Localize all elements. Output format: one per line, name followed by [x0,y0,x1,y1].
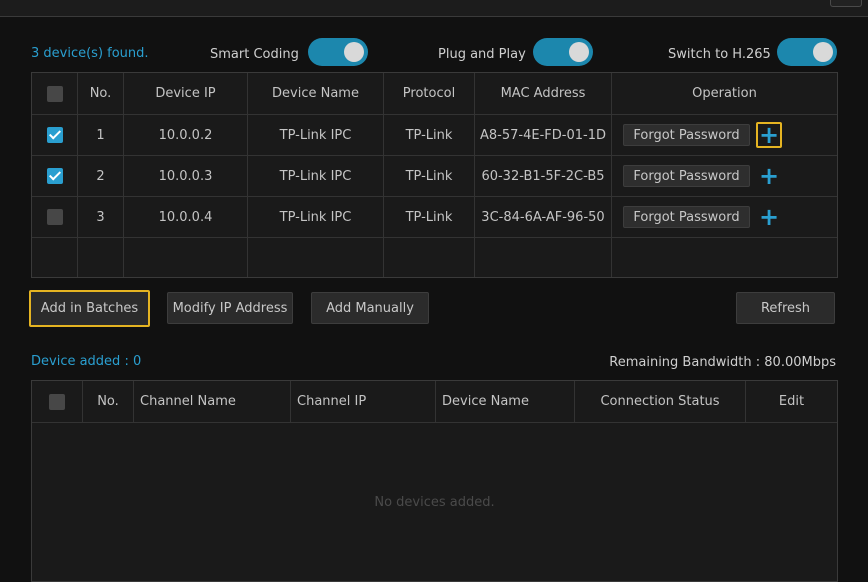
col-edit: Edit [778,394,805,409]
toggle-knob [813,42,833,62]
found-devices-table: No. Device IP Device Name Protocol MAC A… [31,72,838,278]
table-header-row: No. Device IP Device Name Protocol MAC A… [32,73,837,114]
empty-table-row [32,238,837,277]
table-row: 2 10.0.0.3 TP-Link IPC TP-Link 60-32-B1-… [32,156,837,196]
row-protocol: TP-Link [384,197,475,237]
table-row: 3 10.0.0.4 TP-Link IPC TP-Link 3C-84-6A-… [32,197,837,237]
smart-coding-toggle[interactable] [308,38,368,66]
col-device-ip: Device IP [124,73,248,114]
col-connection-status: Connection Status [575,381,746,422]
add-manually-button[interactable]: Add Manually [311,292,429,324]
row-protocol: TP-Link [384,156,475,196]
col-mac-address: MAC Address [475,73,612,114]
added-devices-table: No. Channel Name Channel IP Device Name … [31,380,838,582]
row-no: 1 [78,115,124,155]
device-added-count: Device added : 0 [31,354,142,369]
window-title-bar [0,0,868,17]
window-corner-button[interactable] [830,0,862,7]
row-mac-address: A8-57-4E-FD-01-1D [475,115,612,155]
devices-found-count: 3 device(s) found. [31,46,149,61]
row-protocol: TP-Link [384,115,475,155]
row-device-ip: 10.0.0.3 [124,156,248,196]
col-device-name: Device Name [436,381,575,422]
plug-and-play-label: Plug and Play [438,47,526,62]
row-device-name: TP-Link IPC [248,156,384,196]
col-operation: Operation [692,86,757,101]
select-all-checkbox[interactable] [46,85,63,102]
empty-devices-message: No devices added. [374,495,495,510]
row-no: 2 [78,156,124,196]
row-no: 3 [78,197,124,237]
forgot-password-button[interactable]: Forgot Password [623,124,750,146]
col-channel-ip: Channel IP [291,381,436,422]
row-device-ip: 10.0.0.4 [124,197,248,237]
smart-coding-label: Smart Coding [210,47,299,62]
plug-and-play-toggle[interactable] [533,38,593,66]
forgot-password-button[interactable]: Forgot Password [623,206,750,228]
h265-toggle[interactable] [777,38,837,66]
add-device-plus-icon[interactable]: + [756,204,782,230]
row-checkbox[interactable] [46,209,63,225]
toggle-knob [569,42,589,62]
toggle-knob [344,42,364,62]
row-device-ip: 10.0.0.2 [124,115,248,155]
col-no: No. [83,381,134,422]
col-no: No. [78,73,124,114]
remaining-bandwidth: Remaining Bandwidth : 80.00Mbps [609,355,836,370]
refresh-button[interactable]: Refresh [736,292,835,324]
row-divider [32,422,837,423]
row-mac-address: 3C-84-6A-AF-96-50 [475,197,612,237]
table-row: 1 10.0.0.2 TP-Link IPC TP-Link A8-57-4E-… [32,115,837,155]
row-checkbox[interactable] [46,127,63,143]
row-checkbox[interactable] [46,168,63,184]
forgot-password-button[interactable]: Forgot Password [623,165,750,187]
col-channel-name: Channel Name [134,381,291,422]
table-header-row: No. Channel Name Channel IP Device Name … [32,381,837,422]
add-in-batches-button[interactable]: Add in Batches [29,290,150,327]
select-all-added-checkbox[interactable] [49,393,65,410]
row-device-name: TP-Link IPC [248,197,384,237]
row-mac-address: 60-32-B1-5F-2C-B5 [475,156,612,196]
add-device-plus-icon[interactable]: + [756,163,782,189]
col-protocol: Protocol [384,73,475,114]
modify-ip-address-button[interactable]: Modify IP Address [167,292,293,324]
col-device-name: Device Name [248,73,384,114]
row-device-name: TP-Link IPC [248,115,384,155]
h265-label: Switch to H.265 [668,47,771,62]
add-device-plus-icon[interactable]: + [756,122,782,148]
